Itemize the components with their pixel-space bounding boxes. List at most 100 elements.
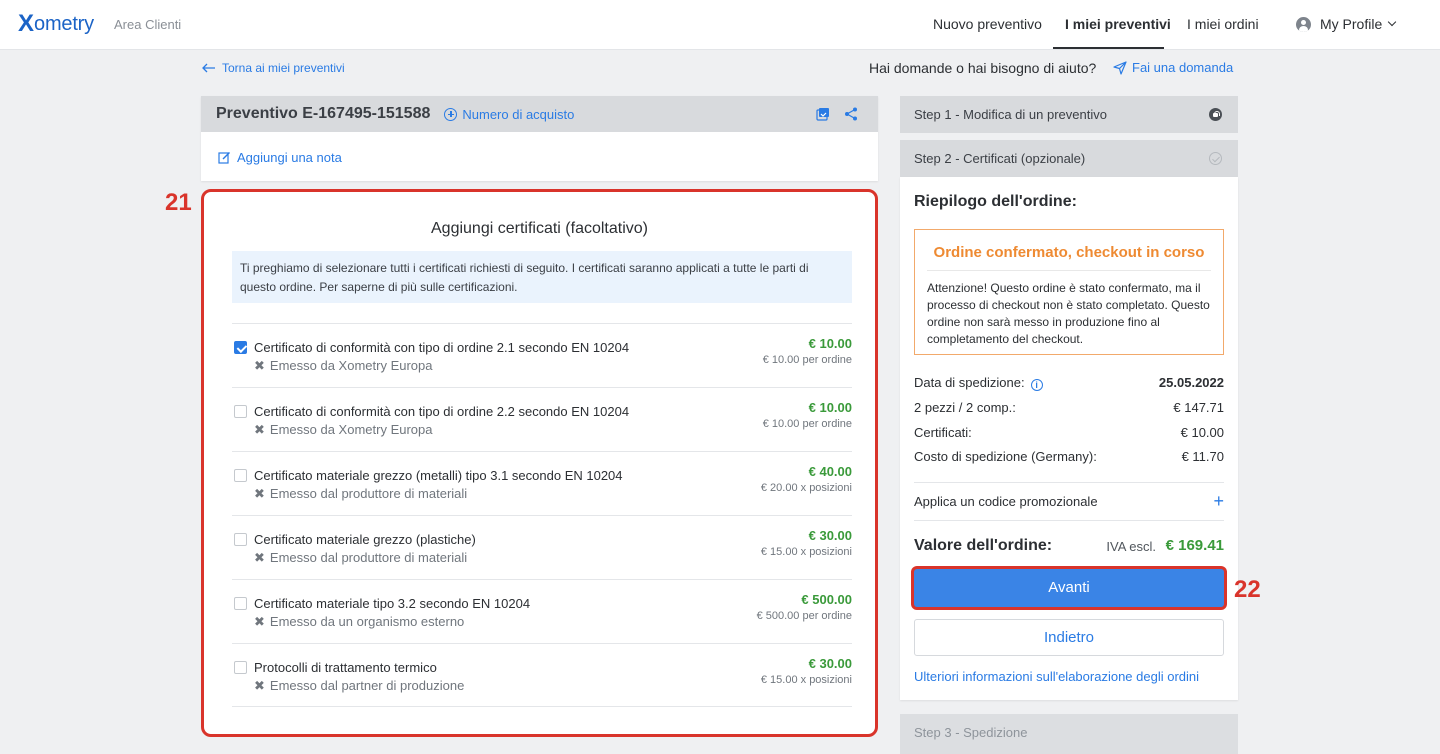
step-1-bar[interactable]: Step 1 - Modifica di un preventivo bbox=[900, 96, 1238, 133]
promo-code-toggle[interactable]: Applica un codice promozionale + bbox=[914, 491, 1224, 512]
certificates-info-box: Ti preghiamo di selezionare tutti i cert… bbox=[232, 251, 852, 303]
certificate-price: € 40.00 bbox=[808, 464, 852, 479]
nav-link-my-orders[interactable]: I miei ordini bbox=[1187, 16, 1259, 32]
total-value: € 169.41 bbox=[1165, 537, 1224, 554]
certificate-name: Certificato di conformità con tipo di or… bbox=[254, 340, 630, 355]
back-to-quotes-link[interactable]: Torna ai miei preventivi bbox=[202, 61, 345, 75]
certificate-price: € 10.00 bbox=[808, 400, 852, 415]
certificate-checkbox[interactable] bbox=[234, 533, 247, 546]
x-mark-icon: ✖ bbox=[254, 486, 265, 501]
step-3-bar[interactable]: Step 3 - Spedizione bbox=[900, 714, 1238, 754]
x-mark-icon: ✖ bbox=[254, 614, 265, 629]
add-note-button[interactable]: Aggiungi una nota bbox=[218, 150, 342, 165]
edit-icon bbox=[218, 152, 230, 164]
annotation-marker-22: 22 bbox=[1234, 576, 1261, 603]
step-2-bar[interactable]: Step 2 - Certificati (opzionale) bbox=[900, 140, 1238, 177]
summary-row-value: € 11.70 bbox=[1181, 449, 1224, 464]
certificate-price-detail: € 500.00 per ordine bbox=[756, 610, 852, 622]
next-button[interactable]: Avanti bbox=[914, 569, 1224, 607]
certificates-title: Aggiungi certificati (facoltativo) bbox=[431, 220, 648, 237]
ask-link-label: Fai una domanda bbox=[1132, 60, 1234, 75]
certificate-checkbox[interactable] bbox=[234, 597, 247, 610]
x-mark-icon: ✖ bbox=[254, 678, 265, 693]
issuer-label: Emesso da Xometry Europa bbox=[269, 358, 433, 373]
certificate-checkbox[interactable] bbox=[234, 341, 247, 354]
certificate-price: € 500.00 bbox=[801, 592, 852, 607]
summary-row-label: Costo di spedizione (Germany): bbox=[914, 449, 1097, 464]
plus-circle-icon bbox=[444, 107, 458, 121]
summary-divider bbox=[914, 520, 1224, 521]
warning-text: Attenzione! Questo ordine è stato confer… bbox=[927, 281, 1210, 346]
warning-title: Ordine confermato, checkout in corso bbox=[933, 244, 1205, 261]
summary-row-shipping-date: Data di spedizione: i 25.05.2022 bbox=[914, 375, 1224, 391]
back-link-label: Torna ai miei preventivi bbox=[222, 61, 345, 75]
arrow-left-icon bbox=[202, 63, 215, 73]
area-clienti-label: Area Clienti bbox=[114, 17, 182, 32]
summary-row-value: 25.05.2022 bbox=[1158, 375, 1224, 390]
issuer-label: Emesso dal produttore di materiali bbox=[269, 486, 468, 501]
gallery-icon[interactable] bbox=[816, 107, 830, 121]
my-profile-menu[interactable]: My Profile bbox=[1320, 16, 1382, 32]
certificate-price: € 30.00 bbox=[808, 528, 852, 543]
certificate-checkbox[interactable] bbox=[234, 405, 247, 418]
certificate-row[interactable]: Certificato di conformità con tipo di or… bbox=[232, 323, 852, 387]
certificate-row[interactable]: Certificato di conformità con tipo di or… bbox=[232, 387, 852, 451]
summary-row-label: Certificati: bbox=[914, 425, 972, 440]
add-note-label: Aggiungi una nota bbox=[237, 150, 342, 165]
order-processing-info-link[interactable]: Ulteriori informazioni sull'elaborazione… bbox=[914, 669, 1224, 684]
logo-x: X bbox=[18, 10, 35, 37]
step-2-label: Step 2 - Certificati (opzionale) bbox=[914, 151, 1086, 166]
certificate-price: € 10.00 bbox=[808, 336, 852, 351]
certificate-row[interactable]: Certificato materiale grezzo (plastiche)… bbox=[232, 515, 852, 579]
step-1-label: Step 1 - Modifica di un preventivo bbox=[914, 107, 1107, 122]
certificate-price: € 30.00 bbox=[808, 656, 852, 671]
step-3-label: Step 3 - Spedizione bbox=[914, 725, 1028, 740]
xometry-logo[interactable]: Xometry bbox=[18, 10, 94, 37]
share-icon[interactable] bbox=[844, 107, 858, 121]
summary-row-parts: 2 pezzi / 2 comp.: € 147.71 bbox=[914, 400, 1224, 415]
certificate-name: Certificato materiale grezzo (metalli) t… bbox=[254, 468, 623, 483]
summary-row-certificates: Certificati: € 10.00 bbox=[914, 425, 1224, 440]
quote-title: Preventivo E-167495-151588 bbox=[216, 105, 431, 122]
total-vat-note: IVA escl. bbox=[1106, 539, 1156, 554]
certificate-checkbox[interactable] bbox=[234, 469, 247, 482]
certificates-card: Aggiungi certificati (facoltativo) Ti pr… bbox=[201, 189, 878, 737]
user-icon[interactable] bbox=[1296, 17, 1311, 32]
plus-icon[interactable]: + bbox=[1213, 491, 1224, 512]
summary-row-value: € 10.00 bbox=[1180, 425, 1224, 440]
certificate-price-detail: € 15.00 x posizioni bbox=[760, 546, 852, 558]
certificate-row[interactable]: Certificato materiale grezzo (metalli) t… bbox=[232, 451, 852, 515]
certificate-issuer: ✖ Emesso dal partner di produzione bbox=[254, 678, 464, 693]
nav-link-new-quote[interactable]: Nuovo preventivo bbox=[933, 16, 1042, 32]
certificate-list: Certificato di conformità con tipo di or… bbox=[232, 323, 852, 707]
info-icon[interactable]: i bbox=[1030, 379, 1043, 391]
checkout-warning-box: Ordine confermato, checkout in corso Att… bbox=[914, 229, 1224, 355]
warning-divider bbox=[927, 270, 1211, 271]
back-button[interactable]: Indietro bbox=[914, 619, 1224, 656]
certificate-price-detail: € 20.00 x posizioni bbox=[760, 482, 852, 494]
x-mark-icon: ✖ bbox=[254, 358, 265, 373]
certificate-price-detail: € 10.00 per ordine bbox=[762, 418, 852, 430]
x-mark-icon: ✖ bbox=[254, 422, 265, 437]
ask-question-link[interactable]: Fai una domanda bbox=[1113, 60, 1233, 75]
quote-head-bar: Preventivo E-167495-151588 Numero di acq… bbox=[201, 96, 878, 132]
summary-row-value: € 147.71 bbox=[1173, 400, 1224, 415]
x-mark-icon: ✖ bbox=[254, 550, 265, 565]
certificate-name: Certificato materiale tipo 3.2 secondo E… bbox=[254, 596, 531, 611]
certificate-issuer: ✖ Emesso da un organismo esterno bbox=[254, 614, 464, 629]
chevron-down-icon[interactable] bbox=[1387, 17, 1397, 27]
certificate-row[interactable]: Protocolli di trattamento termico ✖ Emess… bbox=[232, 643, 852, 707]
quote-actions bbox=[816, 107, 858, 121]
total-label: Valore dell'ordine: bbox=[914, 537, 1053, 554]
annotation-marker-21: 21 bbox=[165, 189, 192, 216]
promo-code-label: Applica un codice promozionale bbox=[914, 494, 1098, 509]
top-navigation: Xometry Area Clienti Nuovo preventivo I … bbox=[0, 0, 1440, 50]
purchase-number-button[interactable]: Numero di acquisto bbox=[444, 107, 574, 122]
summary-row-label: 2 pezzi / 2 comp.: bbox=[914, 400, 1016, 415]
nav-link-my-quotes[interactable]: I miei preventivi bbox=[1065, 16, 1171, 32]
issuer-label: Emesso dal produttore di materiali bbox=[269, 550, 468, 565]
certificate-issuer: ✖ Emesso da Xometry Europa bbox=[254, 358, 432, 373]
issuer-label: Emesso da Xometry Europa bbox=[269, 422, 433, 437]
certificate-checkbox[interactable] bbox=[234, 661, 247, 674]
certificate-row[interactable]: Certificato materiale tipo 3.2 secondo E… bbox=[232, 579, 852, 643]
